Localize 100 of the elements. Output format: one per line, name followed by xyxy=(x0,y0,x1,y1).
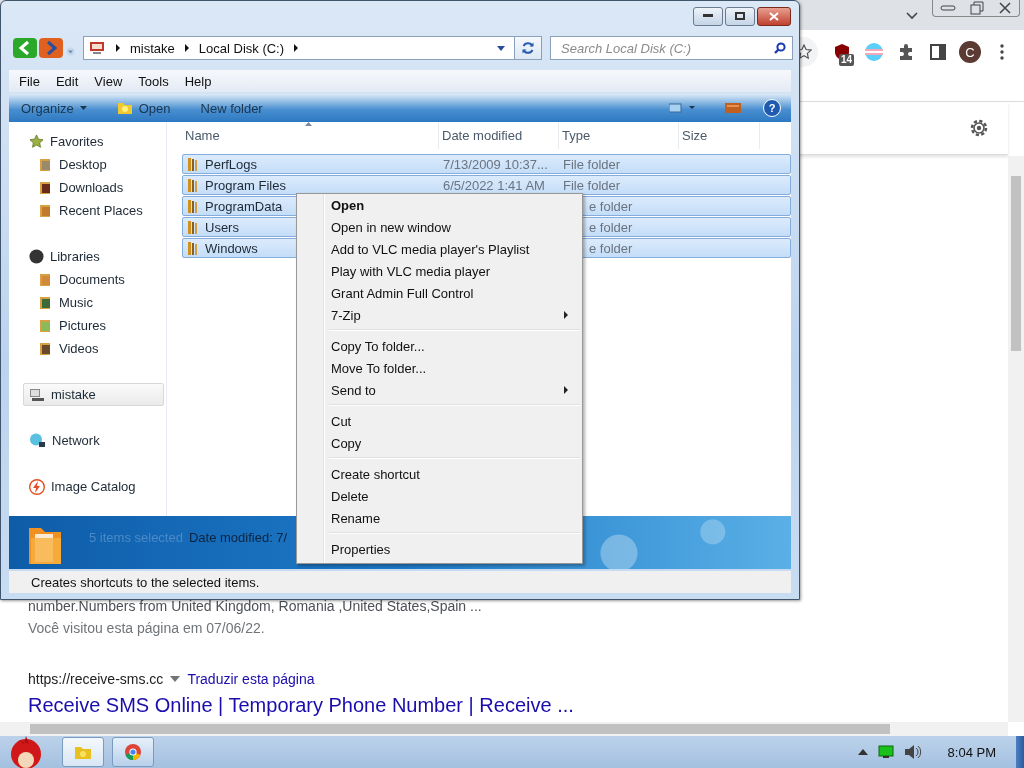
breadcrumb-arrow-icon[interactable] xyxy=(293,44,300,52)
type-cell: e folder xyxy=(589,198,633,214)
menu-item[interactable]: Delete xyxy=(299,485,580,507)
horizontal-scrollbar[interactable] xyxy=(0,722,1008,736)
sidebar-item[interactable]: Network xyxy=(9,429,164,452)
menu-bar-item[interactable]: View xyxy=(94,73,139,89)
type-cell: File folder xyxy=(563,177,621,193)
file-name: Windows xyxy=(205,240,258,256)
menu-bar-item[interactable]: Edit xyxy=(55,73,95,89)
menu-item[interactable]: Copy To folder... xyxy=(299,335,580,357)
star-icon xyxy=(29,134,44,149)
breadcrumb-arrow-icon[interactable] xyxy=(183,44,190,52)
menu-item[interactable]: Cut xyxy=(299,410,580,432)
menu-item[interactable]: Create shortcut xyxy=(299,463,580,485)
vertical-scrollbar[interactable] xyxy=(1008,156,1024,722)
sidebar-item[interactable]: Pictures xyxy=(9,314,164,337)
date-modified: Date modified: 7/ xyxy=(188,530,288,545)
refresh-button[interactable] xyxy=(514,37,541,59)
close-icon[interactable] xyxy=(998,1,1012,15)
sidebar-item[interactable]: Videos xyxy=(9,337,164,360)
settings-icon[interactable] xyxy=(968,117,990,139)
sidebar-item[interactable]: Favorites xyxy=(9,130,164,153)
breadcrumb[interactable]: Local Disk (C:) xyxy=(198,40,285,56)
menu-item[interactable]: Open in new window xyxy=(299,216,580,238)
side-panel-icon[interactable] xyxy=(930,44,946,60)
file-name: Users xyxy=(205,219,239,235)
menu-item[interactable]: Grant Admin Full Control xyxy=(299,282,580,304)
monitor-icon[interactable] xyxy=(877,745,894,759)
clock[interactable]: 8:04 PM xyxy=(947,744,996,760)
taskbar-button[interactable] xyxy=(62,737,104,767)
minimize-icon[interactable] xyxy=(940,4,956,12)
column-header[interactable]: Date modified xyxy=(439,122,559,149)
recent-pages-icon[interactable] xyxy=(66,46,75,56)
caret-icon xyxy=(79,106,87,110)
open-button[interactable]: Open xyxy=(116,100,171,116)
file-row[interactable]: PerfLogs 7/13/2009 10:37... File folder xyxy=(182,154,791,174)
menu-item[interactable]: Add to VLC media player's Playlist xyxy=(299,238,580,260)
column-header[interactable]: Type xyxy=(559,122,679,149)
file-row[interactable]: Program Files 6/5/2022 1:41 AM File folder xyxy=(182,175,791,195)
pane-icon xyxy=(725,103,741,113)
close-button[interactable] xyxy=(757,6,791,26)
menu-item[interactable]: Play with VLC media player xyxy=(299,260,580,282)
forward-button[interactable] xyxy=(39,38,63,58)
sidebar-item[interactable]: Desktop xyxy=(9,153,164,176)
menu-item[interactable]: Rename xyxy=(299,507,580,529)
sidebar-item[interactable]: Documents xyxy=(9,268,164,291)
sidebar-item[interactable]: Downloads xyxy=(9,176,164,199)
sidebar-item[interactable]: Recent Places xyxy=(9,199,164,222)
search-field[interactable]: Search Local Disk (C:) xyxy=(550,36,793,60)
organize-button[interactable]: Organize xyxy=(21,100,87,116)
help-button[interactable]: ? xyxy=(763,99,781,117)
globe-icon xyxy=(29,433,46,448)
taskbar-button[interactable] xyxy=(112,737,154,767)
menu-item[interactable]: Move To folder... xyxy=(299,357,580,379)
maximize-icon xyxy=(735,12,745,20)
tray-expand-icon[interactable] xyxy=(857,749,868,755)
menu-bar-item[interactable]: File xyxy=(19,73,56,89)
file-name: ProgramData xyxy=(205,198,283,214)
file-name: PerfLogs xyxy=(205,156,258,172)
sidebar-item[interactable]: Music xyxy=(9,291,164,314)
minimize-button[interactable] xyxy=(693,6,723,26)
result-url: https://receive-sms.cc xyxy=(28,670,164,689)
computer-icon xyxy=(88,40,106,56)
column-header[interactable]: Size xyxy=(679,122,760,149)
browser-icon xyxy=(124,743,142,761)
breadcrumb[interactable]: mistake xyxy=(130,40,175,56)
sidebar-item[interactable]: Image Catalog xyxy=(9,475,164,498)
menu-bar-item[interactable]: Tools xyxy=(138,73,185,89)
result-title-link[interactable]: Receive SMS Online | Temporary Phone Number | Receive ... xyxy=(28,690,980,720)
maximize-button[interactable] xyxy=(725,6,755,26)
date-cell: 7/13/2009 10:37... xyxy=(443,156,548,172)
submenu-arrow-icon xyxy=(564,311,568,319)
view-button[interactable] xyxy=(669,103,695,113)
dropdown-icon[interactable] xyxy=(170,676,181,682)
back-button[interactable] xyxy=(13,38,37,58)
sidebar-item[interactable]: mistake xyxy=(23,383,164,406)
menu-icon[interactable] xyxy=(1000,44,1004,60)
menu-bar-item[interactable]: Help xyxy=(184,73,228,89)
view-icon xyxy=(669,103,695,113)
menu-item[interactable]: Properties xyxy=(299,538,580,560)
submenu-arrow-icon xyxy=(564,386,568,394)
address-field[interactable]: mistake Local Disk (C:) xyxy=(83,36,542,60)
translate-link[interactable]: Traduzir esta página xyxy=(187,668,315,690)
breadcrumb-arrow-icon[interactable] xyxy=(115,44,121,52)
lightning-icon xyxy=(29,478,45,495)
dropdown-icon[interactable] xyxy=(497,45,505,51)
sidebar-item[interactable]: Libraries xyxy=(9,245,164,268)
menu-item[interactable]: Open xyxy=(299,194,580,216)
menu-item[interactable]: 7-Zip xyxy=(299,304,580,326)
menu-item[interactable]: Copy xyxy=(299,432,580,454)
refresh-icon xyxy=(521,41,535,55)
new-folder-button[interactable]: New folder xyxy=(200,100,263,116)
speaker-icon[interactable] xyxy=(903,744,922,760)
tab-search-icon[interactable] xyxy=(906,12,918,20)
puzzle-icon[interactable] xyxy=(897,43,915,61)
restore-icon[interactable] xyxy=(970,1,984,15)
menu-item[interactable]: Send to xyxy=(299,379,580,401)
date-cell: 6/5/2022 1:41 AM xyxy=(443,177,545,193)
profile-avatar[interactable]: C xyxy=(959,41,981,63)
extension-badge: 14 xyxy=(839,54,855,66)
